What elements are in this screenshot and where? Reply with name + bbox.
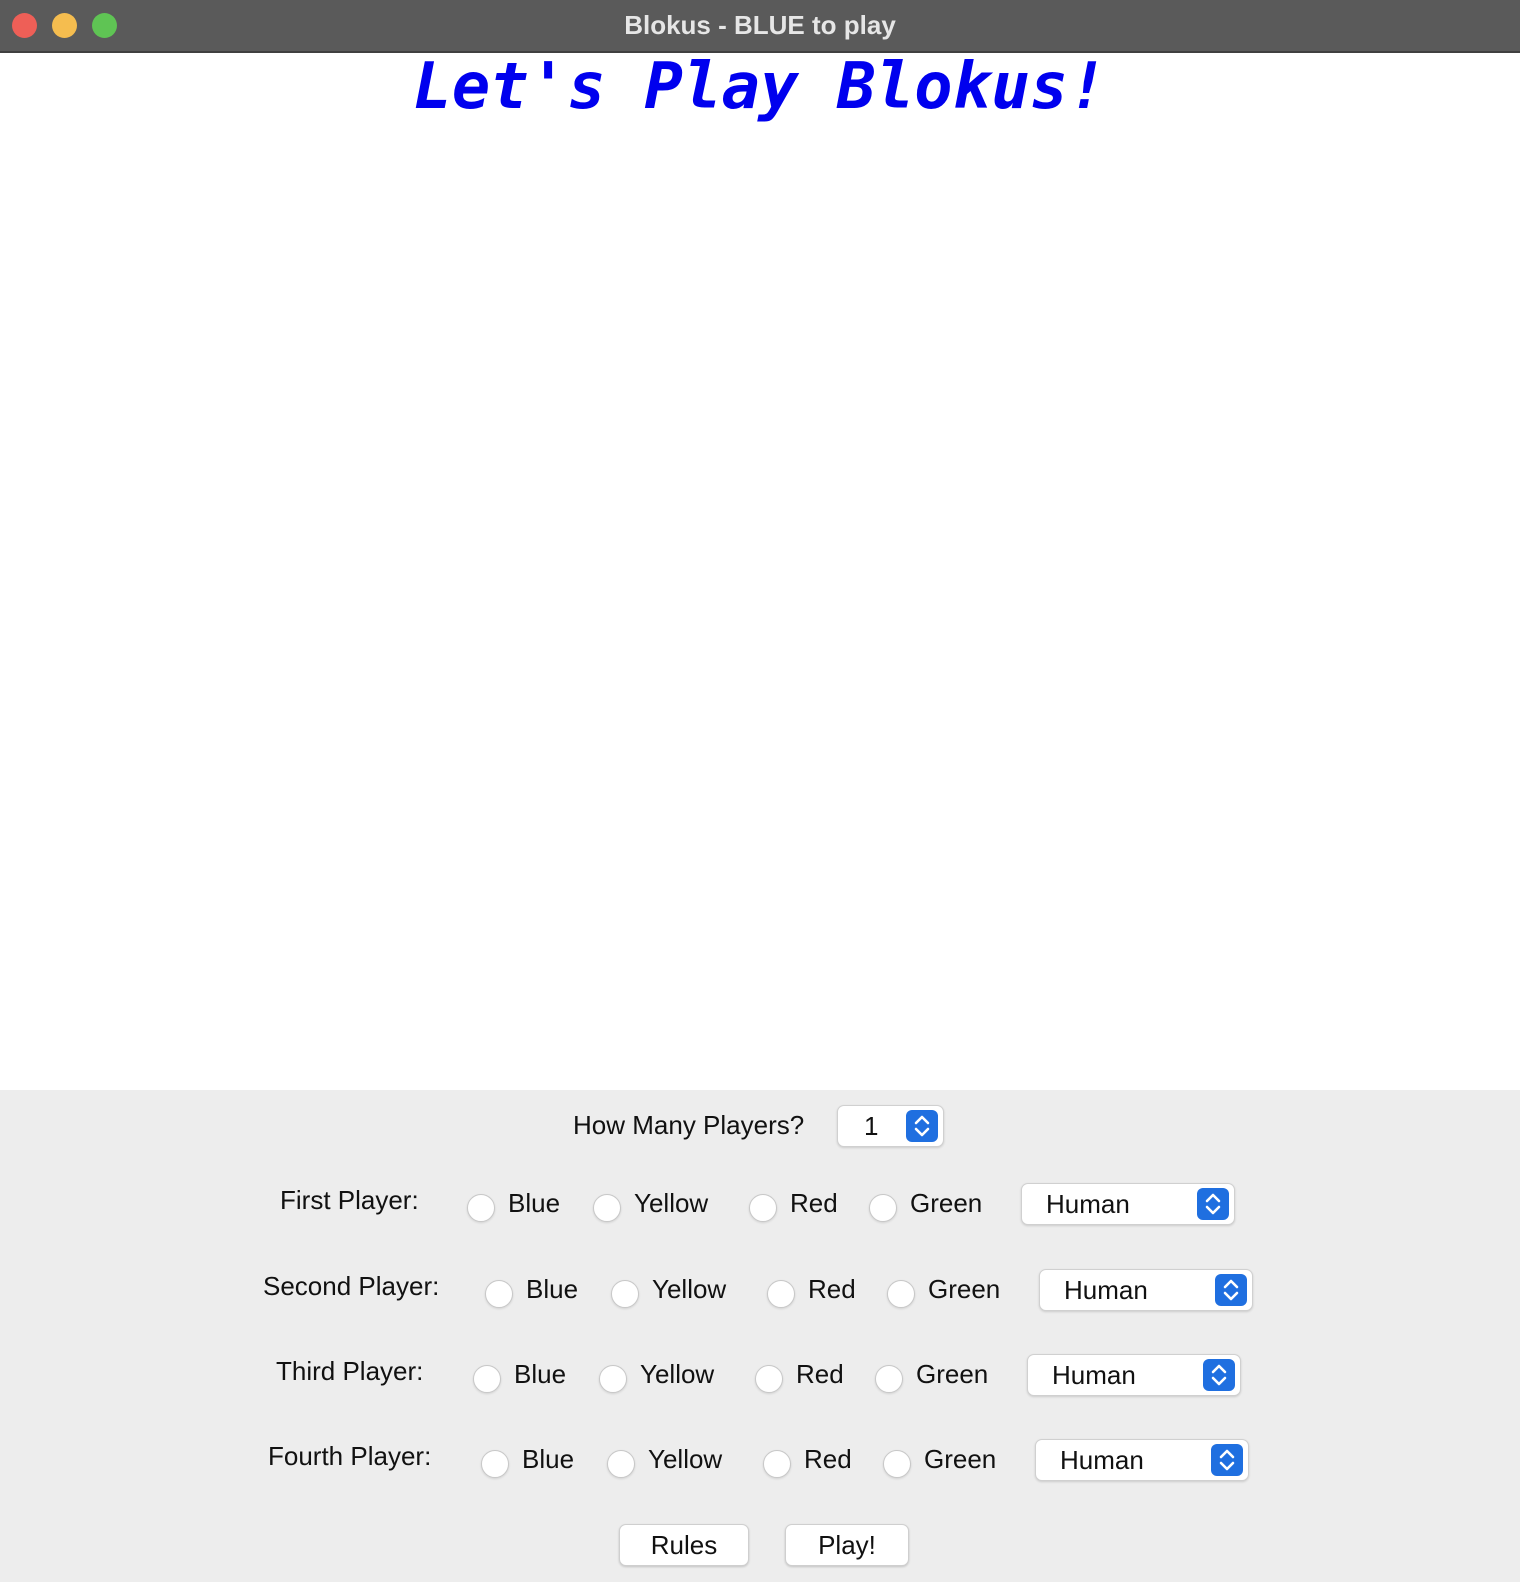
third-player-yellow-radio[interactable] (599, 1365, 627, 1393)
chevron-up-down-icon (1211, 1444, 1243, 1476)
fourth-player-type-select[interactable]: Human (1035, 1439, 1249, 1481)
first-player-type-value: Human (1046, 1189, 1130, 1219)
window-titlebar: Blokus - BLUE to play (0, 0, 1520, 53)
second-player-type-select[interactable]: Human (1039, 1269, 1253, 1311)
fourth-player-label: Fourth Player: (268, 1441, 432, 1471)
rules-button[interactable]: Rules (619, 1524, 749, 1566)
fourth-player-yellow-label: Yellow (648, 1444, 723, 1474)
third-player-label: Third Player: (276, 1356, 424, 1386)
first-player-green-radio[interactable] (869, 1194, 897, 1222)
second-player-blue-radio[interactable] (485, 1280, 513, 1308)
first-player-yellow-radio[interactable] (593, 1194, 621, 1222)
fourth-player-blue-radio[interactable] (481, 1450, 509, 1478)
player-count-value: 1 (864, 1111, 879, 1141)
second-player-red-label: Red (808, 1274, 856, 1304)
third-player-blue-label: Blue (514, 1359, 567, 1389)
chevron-up-down-icon (906, 1110, 938, 1142)
third-player-yellow-label: Yellow (640, 1359, 715, 1389)
third-player-type-value: Human (1052, 1360, 1136, 1390)
first-player-blue-radio[interactable] (467, 1194, 495, 1222)
third-player-green-radio[interactable] (875, 1365, 903, 1393)
fourth-player-red-radio[interactable] (763, 1450, 791, 1478)
third-player-red-label: Red (796, 1359, 844, 1389)
fourth-player-green-label: Green (924, 1444, 997, 1474)
first-player-green-label: Green (910, 1188, 983, 1218)
play-button[interactable]: Play! (785, 1524, 909, 1566)
player-count-select[interactable]: 1 (837, 1105, 944, 1147)
game-canvas-area (0, 130, 1520, 1090)
second-player-green-label: Green (928, 1274, 1001, 1304)
first-player-type-select[interactable]: Human (1021, 1183, 1235, 1225)
third-player-green-label: Green (916, 1359, 989, 1389)
second-player-red-radio[interactable] (767, 1280, 795, 1308)
fourth-player-blue-label: Blue (522, 1444, 575, 1474)
chevron-up-down-icon (1215, 1274, 1247, 1306)
fourth-player-yellow-radio[interactable] (607, 1450, 635, 1478)
second-player-type-value: Human (1064, 1275, 1148, 1305)
third-player-type-select[interactable]: Human (1027, 1354, 1241, 1396)
first-player-red-label: Red (790, 1188, 838, 1218)
fourth-player-type-value: Human (1060, 1445, 1144, 1475)
second-player-blue-label: Blue (526, 1274, 579, 1304)
first-player-label: First Player: (280, 1185, 419, 1215)
first-player-red-radio[interactable] (749, 1194, 777, 1222)
first-player-yellow-label: Yellow (634, 1188, 709, 1218)
second-player-yellow-label: Yellow (652, 1274, 727, 1304)
first-player-blue-label: Blue (508, 1188, 561, 1218)
player-count-label: How Many Players? (573, 1110, 805, 1140)
chevron-up-down-icon (1197, 1188, 1229, 1220)
fourth-player-red-label: Red (804, 1444, 852, 1474)
second-player-yellow-radio[interactable] (611, 1280, 639, 1308)
setup-panel: How Many Players? 1 First Player: Blue Y… (0, 1090, 1520, 1582)
second-player-label: Second Player: (263, 1271, 440, 1301)
third-player-blue-radio[interactable] (473, 1365, 501, 1393)
fourth-player-green-radio[interactable] (883, 1450, 911, 1478)
banner-title: Let's Play Blokus! (413, 50, 1107, 124)
chevron-up-down-icon (1203, 1359, 1235, 1391)
window-title: Blokus - BLUE to play (624, 10, 896, 40)
second-player-green-radio[interactable] (887, 1280, 915, 1308)
third-player-red-radio[interactable] (755, 1365, 783, 1393)
